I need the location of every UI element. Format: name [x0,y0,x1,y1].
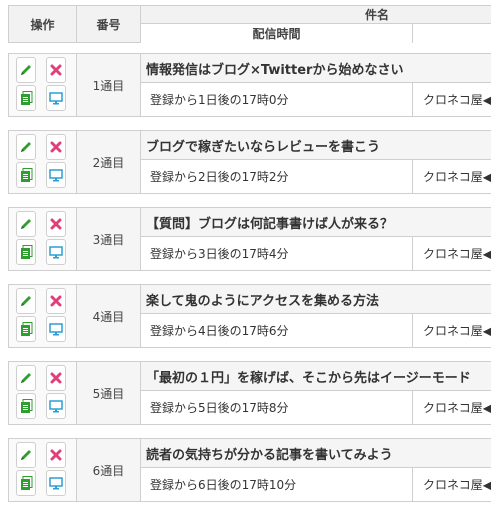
row-send-time: 登録から2日後の17時2分 [141,160,413,193]
edit-button[interactable] [16,211,36,237]
row-sender: クロネコ屋◀ [413,391,491,424]
monitor-icon [49,399,63,413]
header-send-time: 配信時間 [141,24,413,43]
header-operation: 操作 [9,6,77,43]
step-mail-list: 操作 番号 件名 配信時間 1通目 情報発信はブログ×Twitterから始めなさい… [0,0,491,509]
delete-button[interactable] [46,57,66,83]
edit-button[interactable] [16,365,36,391]
row-number: 5通目 [77,362,141,424]
copy-button[interactable] [16,162,36,188]
pencil-icon [19,63,33,77]
preview-button[interactable] [46,316,66,342]
row-send-time: 登録から3日後の17時4分 [141,237,413,270]
close-icon [50,295,62,307]
close-icon [50,218,62,230]
close-icon [50,449,62,461]
row-number: 6通目 [77,439,141,501]
document-copy-icon [20,90,33,106]
monitor-icon [49,91,63,105]
row-number: 3通目 [77,208,141,270]
table-row: 2通目 ブログで稼ぎたいならレビューを書こう 登録から2日後の17時2分 クロネコ屋◀ [8,130,491,194]
pencil-icon [19,448,33,462]
pencil-icon [19,294,33,308]
row-operations [9,285,77,347]
monitor-icon [49,476,63,490]
monitor-icon [49,322,63,336]
row-sender: クロネコ屋◀ [413,468,491,501]
preview-button[interactable] [46,470,66,496]
row-sender: クロネコ屋◀ [413,83,491,116]
row-send-time: 登録から6日後の17時10分 [141,468,413,501]
header-subject: 件名 [141,6,491,24]
header-sender [413,24,491,43]
table-row: 5通目 「最初の１円」を稼げば、そこから先はイージーモード 登録から5日後の17時8… [8,361,491,425]
row-number: 2通目 [77,131,141,193]
copy-button[interactable] [16,470,36,496]
monitor-icon [49,168,63,182]
delete-button[interactable] [46,442,66,468]
row-operations [9,208,77,270]
row-operations [9,362,77,424]
delete-button[interactable] [46,134,66,160]
edit-button[interactable] [16,134,36,160]
row-operations [9,131,77,193]
monitor-icon [49,245,63,259]
delete-button[interactable] [46,211,66,237]
preview-button[interactable] [46,393,66,419]
document-copy-icon [20,244,33,260]
close-icon [50,141,62,153]
row-subject[interactable]: 楽して鬼のようにアクセスを集める方法 [141,285,491,314]
row-sender: クロネコ屋◀ [413,314,491,347]
document-copy-icon [20,475,33,491]
copy-button[interactable] [16,85,36,111]
preview-button[interactable] [46,239,66,265]
header-number: 番号 [77,6,141,43]
row-send-time: 登録から5日後の17時8分 [141,391,413,424]
document-copy-icon [20,167,33,183]
edit-button[interactable] [16,57,36,83]
close-icon [50,372,62,384]
edit-button[interactable] [16,288,36,314]
delete-button[interactable] [46,365,66,391]
row-subject[interactable]: 「最初の１円」を稼げば、そこから先はイージーモード [141,362,491,391]
row-send-time: 登録から4日後の17時6分 [141,314,413,347]
row-operations [9,54,77,116]
row-subject[interactable]: ブログで稼ぎたいならレビューを書こう [141,131,491,160]
edit-button[interactable] [16,442,36,468]
copy-button[interactable] [16,393,36,419]
table-row: 6通目 読者の気持ちが分かる記事を書いてみよう 登録から6日後の17時10分 クロネコ… [8,438,491,502]
row-number: 4通目 [77,285,141,347]
pencil-icon [19,140,33,154]
row-send-time: 登録から1日後の17時0分 [141,83,413,116]
copy-button[interactable] [16,316,36,342]
pencil-icon [19,217,33,231]
close-icon [50,64,62,76]
table-header: 操作 番号 件名 配信時間 [8,5,491,43]
row-number: 1通目 [77,54,141,116]
row-operations [9,439,77,501]
row-sender: クロネコ屋◀ [413,160,491,193]
table-row: 3通目 【質問】ブログは何記事書けば人が来る？ 登録から3日後の17時4分 クロネコ屋… [8,207,491,271]
pencil-icon [19,371,33,385]
document-copy-icon [20,398,33,414]
preview-button[interactable] [46,162,66,188]
delete-button[interactable] [46,288,66,314]
document-copy-icon [20,321,33,337]
row-subject[interactable]: 情報発信はブログ×Twitterから始めなさい [141,54,491,83]
row-subject[interactable]: 【質問】ブログは何記事書けば人が来る？ [141,208,491,237]
table-row: 4通目 楽して鬼のようにアクセスを集める方法 登録から4日後の17時6分 クロネコ屋◀ [8,284,491,348]
table-row: 1通目 情報発信はブログ×Twitterから始めなさい 登録から1日後の17時0分ク… [8,53,491,117]
preview-button[interactable] [46,85,66,111]
copy-button[interactable] [16,239,36,265]
row-sender: クロネコ屋◀ [413,237,491,270]
row-subject[interactable]: 読者の気持ちが分かる記事を書いてみよう [141,439,491,468]
